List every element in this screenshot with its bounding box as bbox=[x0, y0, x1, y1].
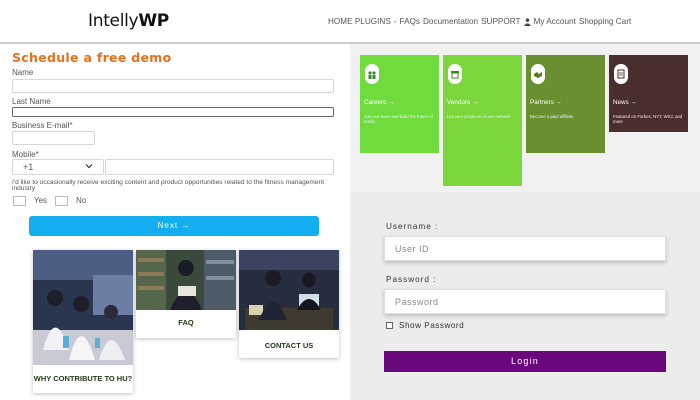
tile-careers[interactable]: Careers → Join our team and build the fu… bbox=[360, 55, 439, 153]
consent-yes-label: Yes bbox=[34, 196, 48, 205]
show-password-checkbox[interactable] bbox=[386, 322, 393, 329]
logo[interactable]: IntellyWP bbox=[88, 11, 169, 31]
tile-title: Partners → bbox=[530, 99, 562, 106]
tile-vendors[interactable]: Vendors → List your products on our netw… bbox=[443, 55, 522, 186]
username-input[interactable]: User ID bbox=[384, 236, 666, 261]
country-code-select[interactable]: +1 bbox=[12, 159, 104, 175]
login-button[interactable]: Login bbox=[384, 351, 666, 372]
tile-title: Careers → bbox=[364, 99, 395, 106]
people-icon bbox=[365, 64, 379, 84]
username-label: Username : bbox=[386, 222, 439, 231]
store-icon bbox=[448, 64, 462, 84]
logo-text-bold: WP bbox=[138, 11, 169, 31]
password-input[interactable]: Password bbox=[384, 289, 666, 314]
tile-partners[interactable]: Partners → Become a paid affiliate bbox=[526, 55, 605, 153]
password-placeholder: Password bbox=[395, 297, 439, 307]
tile-description: Join our team and build the future of In… bbox=[364, 114, 433, 124]
handshake-icon bbox=[531, 64, 545, 84]
computer-lab-photo bbox=[239, 250, 339, 330]
card-caption: WHY CONTRIBUTE TO HU? bbox=[33, 374, 133, 383]
nav-support[interactable]: SUPPORT bbox=[481, 17, 520, 26]
business-email-input[interactable] bbox=[12, 131, 95, 145]
name-input[interactable] bbox=[12, 79, 334, 93]
consent-yes-checkbox[interactable] bbox=[13, 196, 26, 206]
lab-photo bbox=[33, 250, 133, 365]
card-caption: FAQ bbox=[178, 318, 194, 327]
last-name-input[interactable] bbox=[12, 107, 334, 117]
last-name-label: Last Name bbox=[12, 97, 51, 106]
next-button[interactable]: Next → bbox=[29, 216, 319, 236]
nav-separator: - bbox=[393, 17, 397, 26]
account-icon bbox=[523, 18, 531, 26]
name-label: Name bbox=[12, 68, 34, 77]
mobile-input[interactable] bbox=[105, 159, 334, 175]
nav-home-plugins[interactable]: HOME PLUGINS bbox=[328, 17, 391, 26]
country-code-value: +1 bbox=[23, 162, 34, 172]
site-header: IntellyWP HOME PLUGINS - FAQs Documentat… bbox=[0, 0, 700, 44]
tile-description: List your products on our network bbox=[447, 114, 511, 119]
demo-form-title: Schedule a free demo bbox=[12, 50, 172, 65]
chevron-down-icon bbox=[85, 164, 93, 169]
password-label: Password : bbox=[386, 275, 437, 284]
why-contribute-card[interactable]: WHY CONTRIBUTE TO HU? bbox=[33, 250, 133, 393]
consent-text: I'd like to occasionally receive excitin… bbox=[12, 179, 325, 192]
contact-us-card[interactable]: CONTACT US bbox=[239, 250, 339, 358]
mobile-label: Mobile* bbox=[12, 150, 39, 159]
show-password-label: Show Password bbox=[399, 321, 465, 330]
tile-description: Become a paid affiliate bbox=[530, 114, 574, 119]
business-email-label: Business E-mail* bbox=[12, 121, 73, 130]
nav-documentation[interactable]: Documentation bbox=[423, 17, 478, 26]
tile-title: News → bbox=[613, 99, 637, 106]
card-caption: CONTACT US bbox=[264, 341, 314, 350]
news-icon bbox=[614, 64, 628, 84]
logo-text: Intelly bbox=[88, 11, 139, 31]
tile-description: Featured on Forbes, NYT, WSJ, and more bbox=[613, 114, 683, 124]
consent-no-label: No bbox=[76, 196, 87, 205]
tile-title: Vendors → bbox=[447, 99, 479, 106]
top-nav: HOME PLUGINS - FAQs Documentation SUPPOR… bbox=[328, 17, 631, 26]
nav-faqs[interactable]: FAQs bbox=[400, 17, 420, 26]
username-placeholder: User ID bbox=[395, 244, 430, 254]
nav-my-account[interactable]: My Account bbox=[534, 17, 576, 26]
library-photo bbox=[136, 250, 236, 310]
tile-news[interactable]: News → Featured on Forbes, NYT, WSJ, and… bbox=[609, 55, 688, 132]
nav-shopping-cart[interactable]: Shopping Cart bbox=[579, 17, 631, 26]
faq-card[interactable]: FAQ bbox=[136, 250, 236, 338]
consent-no-checkbox[interactable] bbox=[55, 196, 68, 206]
